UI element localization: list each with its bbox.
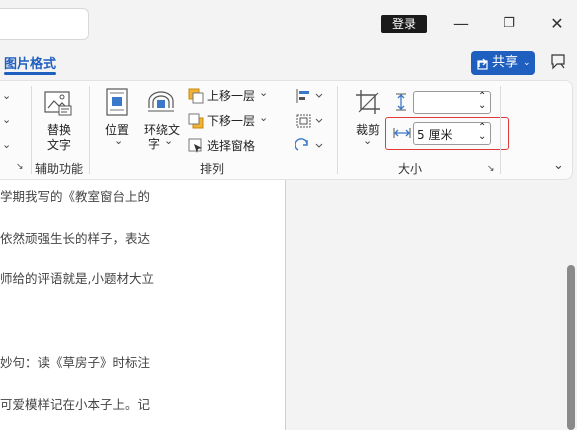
dialog-launcher-icon[interactable]: ↘ <box>487 164 495 174</box>
share-icon <box>477 51 489 75</box>
send-backward-button[interactable]: 下移一层 <box>207 111 255 131</box>
chevron-down-icon[interactable]: ⌄ <box>164 134 173 147</box>
chevron-down-icon[interactable]: ⌄ <box>114 134 123 147</box>
login-button[interactable]: 登录 <box>381 15 427 33</box>
bring-forward-icon <box>188 88 204 104</box>
chevron-down-icon[interactable]: ⌄ <box>259 86 268 99</box>
alt-text-icon <box>43 89 73 117</box>
chevron-down-icon[interactable]: ⌄ <box>363 134 372 147</box>
crop-icon <box>354 88 382 116</box>
group-separator <box>89 86 90 174</box>
group-label-size: 大小 <box>398 162 423 176</box>
group-separator <box>500 86 501 174</box>
height-icon <box>393 93 411 111</box>
document-line: 师给的评语就是,小题材大立 <box>0 271 154 286</box>
document-line: 学期我写的《教室窗台上的 <box>0 189 151 204</box>
group-separator <box>337 86 338 174</box>
highlight-box <box>385 117 509 150</box>
document-line: 妙句：读《草房子》时标注 <box>0 355 151 370</box>
collapse-ribbon-icon[interactable]: ⌄ <box>553 158 564 173</box>
partial-dropdown-caret[interactable]: ⌄ <box>2 113 11 126</box>
position-icon <box>106 88 128 116</box>
partial-dropdown-caret[interactable]: ⌄ <box>2 89 11 102</box>
wrap-text-icon <box>146 88 176 114</box>
restore-button[interactable]: ❐ <box>497 12 521 36</box>
wrap-text-button-line2[interactable]: 字 <box>147 135 161 152</box>
close-button[interactable]: ✕ <box>545 12 569 36</box>
minimize-button[interactable]: — <box>449 12 473 36</box>
page-edge <box>285 180 286 430</box>
share-button[interactable]: 共享 ⌄ <box>471 51 535 75</box>
search-box[interactable] <box>0 8 89 40</box>
alt-text-button-line2[interactable]: 文字 <box>44 136 74 153</box>
dialog-launcher-icon[interactable]: ↘ <box>16 162 24 172</box>
group-objects-icon[interactable] <box>295 113 323 129</box>
height-field[interactable]: ⌃ ⌄ <box>413 91 491 114</box>
group-label-arrange: 排列 <box>200 162 225 176</box>
chevron-down-icon[interactable]: ⌄ <box>259 111 268 124</box>
comment-icon[interactable] <box>549 52 569 72</box>
chevron-down-icon: ⌄ <box>523 58 531 68</box>
document-line: 可爱模样记在小本子上。记 <box>0 397 151 412</box>
tab-picture-format[interactable]: 图片格式 <box>4 53 56 72</box>
send-backward-icon <box>188 113 204 129</box>
vertical-scrollbar[interactable] <box>567 265 575 430</box>
active-tab-indicator <box>4 72 56 75</box>
group-label-accessibility: 辅助功能 <box>35 162 84 176</box>
bring-forward-button[interactable]: 上移一层 <box>207 86 255 106</box>
group-separator <box>31 86 32 174</box>
partial-dropdown-caret[interactable]: ⌄ <box>2 138 11 151</box>
document-page[interactable] <box>0 180 285 430</box>
align-icon[interactable] <box>295 88 323 104</box>
selection-pane-icon <box>188 138 204 154</box>
document-line: 依然顽强生长的样子，表达 <box>0 231 151 246</box>
rotate-icon[interactable] <box>295 138 323 154</box>
share-label: 共享 <box>492 55 519 70</box>
selection-pane-button[interactable]: 选择窗格 <box>207 136 255 156</box>
spinner-down-icon[interactable]: ⌄ <box>478 100 486 111</box>
